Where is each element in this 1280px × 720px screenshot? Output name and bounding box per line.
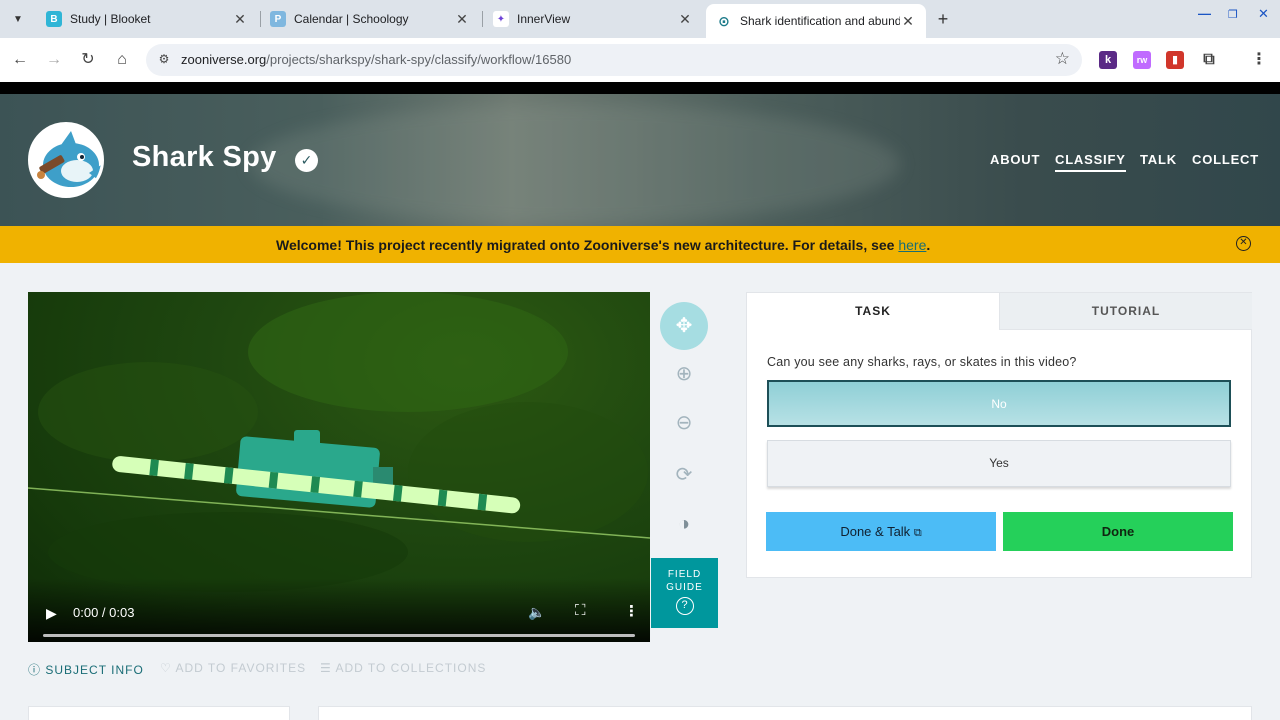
nav-collect[interactable]: COLLECT bbox=[1192, 152, 1259, 167]
innerview-favicon-icon: ✦ bbox=[493, 11, 509, 27]
banner-message: Welcome! This project recently migrated … bbox=[276, 237, 930, 253]
schoology-favicon-icon: P bbox=[270, 11, 286, 27]
new-tab-plus-icon[interactable]: + bbox=[932, 8, 954, 30]
zoom-out-icon[interactable]: ⊖ bbox=[660, 399, 708, 447]
nav-about[interactable]: ABOUT bbox=[990, 152, 1040, 167]
verified-check-icon: ✓ bbox=[295, 149, 318, 172]
extensions-puzzle-icon[interactable]: ⧉ bbox=[1200, 51, 1218, 69]
browser-toolbar: ← → ↻ ⌂ ⚙ zooniverse.org/projects/sharks… bbox=[0, 38, 1280, 82]
nav-classify[interactable]: CLASSIFY bbox=[1055, 152, 1126, 172]
question-mark-icon: ? bbox=[675, 597, 694, 615]
play-icon[interactable]: ▶ bbox=[46, 605, 57, 622]
task-panel: TASK TUTORIAL Can you see any sharks, ra… bbox=[746, 292, 1252, 578]
done-talk-label: Done & Talk bbox=[840, 524, 911, 539]
project-header: Shark Spy ✓ ABOUT CLASSIFY TALK COLLECT bbox=[0, 94, 1280, 226]
close-tab-icon[interactable]: ✕ bbox=[454, 11, 470, 28]
subject-video[interactable]: ▶ 0:00 / 0:03 🔈 ⛶ ⋮ bbox=[28, 292, 650, 642]
list-icon: ☰ bbox=[320, 661, 332, 675]
rotate-icon[interactable]: ⟳ bbox=[660, 451, 708, 499]
video-controls: ▶ 0:00 / 0:03 🔈 ⛶ ⋮ bbox=[28, 578, 650, 642]
banner-text: Welcome! This project recently migrated … bbox=[276, 237, 899, 253]
task-question: Can you see any sharks, rays, or skates … bbox=[767, 355, 1077, 369]
tab-tutorial[interactable]: TUTORIAL bbox=[999, 293, 1252, 330]
extension-book-icon[interactable]: ▮ bbox=[1166, 51, 1184, 69]
close-tab-icon[interactable]: ✕ bbox=[232, 11, 248, 28]
subject-info-button[interactable]: ⓘ SUBJECT INFO bbox=[28, 661, 144, 678]
done-and-talk-button[interactable]: Done & Talk ⧉ bbox=[766, 512, 996, 551]
extension-puzzle-rw-icon[interactable]: rw bbox=[1133, 51, 1151, 69]
minimize-window-icon[interactable]: — bbox=[1198, 6, 1211, 21]
close-tab-icon[interactable]: ✕ bbox=[900, 13, 916, 30]
browser-tab-blooket[interactable]: B Study | Blooket ✕ bbox=[36, 0, 258, 38]
project-title[interactable]: Shark Spy bbox=[132, 141, 277, 174]
browser-tab-schoology[interactable]: P Calendar | Schoology ✕ bbox=[260, 0, 480, 38]
tab-title: Calendar | Schoology bbox=[294, 12, 409, 26]
tab-title: Shark identification and abund bbox=[740, 14, 900, 28]
field-guide-button[interactable]: FIELD GUIDE ? bbox=[651, 558, 718, 628]
forward-arrow-icon[interactable]: → bbox=[42, 48, 66, 72]
extension-k-icon[interactable]: k bbox=[1099, 51, 1117, 69]
close-window-icon[interactable]: ✕ bbox=[1258, 6, 1269, 22]
add-to-collections-button[interactable]: ☰ ADD TO COLLECTIONS bbox=[320, 661, 486, 675]
video-time: 0:00 / 0:03 bbox=[73, 605, 135, 620]
zoom-in-icon[interactable]: ⊕ bbox=[660, 350, 708, 398]
answer-yes-button[interactable]: Yes bbox=[767, 440, 1231, 487]
nav-talk[interactable]: TALK bbox=[1140, 152, 1177, 167]
banner-close-icon[interactable]: ✕ bbox=[1236, 236, 1251, 251]
home-icon[interactable]: ⌂ bbox=[110, 48, 134, 72]
browser-tab-bar: ▼ B Study | Blooket ✕ P Calendar | Schoo… bbox=[0, 0, 1280, 38]
invert-contrast-icon[interactable]: ◑ bbox=[660, 500, 708, 548]
close-tab-icon[interactable]: ✕ bbox=[677, 11, 693, 28]
browser-menu-kebab-icon[interactable]: ⋮ bbox=[1250, 51, 1268, 69]
shark-mascot-icon bbox=[31, 125, 101, 195]
fullscreen-icon[interactable]: ⛶ bbox=[575, 602, 586, 619]
banner-details-link[interactable]: here bbox=[898, 237, 926, 253]
address-bar[interactable]: ⚙ zooniverse.org/projects/sharkspy/shark… bbox=[146, 44, 1082, 76]
heart-icon: ♡ bbox=[160, 661, 172, 675]
url-host: zooniverse.org bbox=[181, 52, 267, 67]
lower-card-left bbox=[28, 706, 290, 720]
tab-title: InnerView bbox=[517, 12, 571, 26]
site-info-tune-icon[interactable]: ⚙ bbox=[156, 52, 172, 68]
volume-icon[interactable]: 🔈 bbox=[528, 604, 545, 621]
blooket-favicon-icon: B bbox=[46, 11, 62, 27]
url-path: /projects/sharkspy/shark-spy/classify/wo… bbox=[266, 52, 572, 67]
done-button[interactable]: Done bbox=[1003, 512, 1233, 551]
banner-period: . bbox=[926, 237, 931, 253]
bookmark-star-icon[interactable]: ☆ bbox=[1055, 49, 1070, 69]
browser-tab-shark-spy[interactable]: ⊙ Shark identification and abund ✕ bbox=[706, 4, 926, 38]
move-tool-icon[interactable]: ✥ bbox=[660, 302, 708, 350]
answer-no-button[interactable]: No bbox=[767, 380, 1231, 427]
reload-icon[interactable]: ↻ bbox=[76, 48, 100, 72]
zooniverse-top-bar bbox=[0, 82, 1280, 94]
url-text[interactable]: zooniverse.org/projects/sharkspy/shark-s… bbox=[181, 52, 571, 67]
project-logo[interactable] bbox=[28, 122, 104, 198]
field-guide-label: FIELD GUIDE bbox=[666, 569, 703, 593]
video-progress-bar[interactable] bbox=[43, 634, 635, 637]
tab-search-chevron-icon[interactable]: ▼ bbox=[6, 7, 30, 31]
external-link-icon: ⧉ bbox=[913, 527, 922, 539]
lower-card-right bbox=[318, 706, 1252, 720]
header-background-image bbox=[250, 104, 900, 224]
info-circle-icon: ⓘ bbox=[28, 663, 42, 677]
restore-window-icon[interactable]: ❐ bbox=[1228, 8, 1238, 21]
back-arrow-icon[interactable]: ← bbox=[8, 48, 32, 72]
add-to-favorites-button[interactable]: ♡ ADD TO FAVORITES bbox=[160, 661, 306, 675]
subject-info-label: SUBJECT INFO bbox=[45, 663, 144, 677]
tab-title: Study | Blooket bbox=[70, 12, 151, 26]
zooniverse-favicon-icon: ⊙ bbox=[716, 13, 732, 29]
video-more-options-icon[interactable]: ⋮ bbox=[624, 602, 639, 620]
tab-task[interactable]: TASK bbox=[747, 293, 999, 330]
collections-label: ADD TO COLLECTIONS bbox=[335, 661, 487, 675]
favorites-label: ADD TO FAVORITES bbox=[175, 661, 307, 675]
migration-banner: Welcome! This project recently migrated … bbox=[0, 226, 1280, 263]
browser-tab-innerview[interactable]: ✦ InnerView ✕ bbox=[483, 0, 703, 38]
